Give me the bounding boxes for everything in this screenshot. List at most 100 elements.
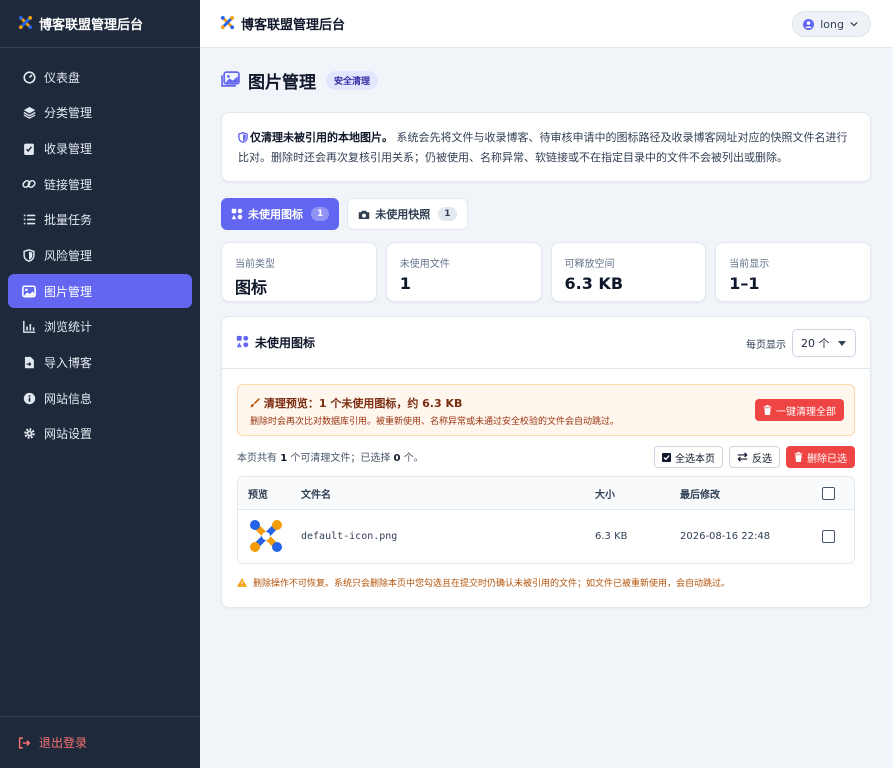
link-icon — [22, 177, 36, 191]
file-size: 6.3 KB — [595, 531, 628, 542]
stats-row: 当前类型 图标 未使用文件 1 可释放空间 6.3 KB 当前显示 1–1 — [221, 242, 871, 302]
tab-label: 未使用图标 — [248, 208, 303, 221]
stat-value: 1–1 — [729, 274, 760, 293]
user-icon — [803, 18, 815, 30]
per-page-select[interactable]: 20 个 — [792, 329, 856, 357]
irreversible-warning: 删除操作不可恢复。系统只会删除本页中您勾选且在提交时仍确认未被引用的文件；如文件… — [237, 576, 855, 589]
layers-icon — [22, 106, 36, 120]
shield-icon — [22, 248, 36, 262]
sidebar-item-label: 风险管理 — [44, 248, 93, 263]
gear-icon — [22, 427, 36, 441]
sidebar-item-stats[interactable]: 浏览统计 — [8, 310, 192, 344]
sidebar-item-categories[interactable]: 分类管理 — [8, 96, 192, 130]
stat-label: 可释放空间 — [564, 259, 615, 270]
logo-icon — [220, 15, 235, 33]
gauge-icon — [22, 70, 36, 84]
stat-card-range: 当前显示 1–1 — [715, 242, 871, 302]
column-header-modified: 最后修改 — [680, 489, 720, 501]
file-name: default-icon.png — [301, 531, 398, 542]
thumbnail-image[interactable] — [248, 518, 284, 557]
warning-icon — [237, 578, 247, 587]
sidebar-brand[interactable]: 博客联盟管理后台 — [0, 0, 200, 48]
sidebar-item-batch-tasks[interactable]: 批量任务 — [8, 203, 192, 237]
cleanup-preview-alert: 清理预览：1 个未使用图标，约 6.3 KB 删除时会再次比对数据库引用。被重新… — [237, 384, 855, 436]
checkbox-checked-icon — [662, 452, 671, 462]
tab-unused-snapshots[interactable]: 未使用快照 1 — [347, 198, 468, 230]
select-all-checkbox[interactable] — [822, 486, 835, 500]
sidebar-item-settings[interactable]: 网站设置 — [8, 417, 192, 451]
chevron-down-icon — [850, 21, 858, 27]
panel-title: 未使用图标 — [255, 336, 316, 350]
stat-value: 6.3 KB — [564, 274, 624, 293]
per-page-label: 每页显示 — [746, 339, 786, 351]
shield-icon — [238, 131, 248, 149]
sidebar-item-label: 收录管理 — [44, 141, 93, 156]
tab-unused-icons[interactable]: 未使用图标 1 — [221, 198, 340, 230]
sidebar-item-risk[interactable]: 风险管理 — [8, 238, 192, 272]
page-title: 图片管理 — [248, 72, 316, 93]
per-page-control: 每页显示 20 个 — [746, 329, 856, 357]
files-table: 预览 文件名 大小 最后修改 default-icon.png 6.3 KB 2… — [237, 476, 855, 564]
table-header-row: 预览 文件名 大小 最后修改 — [238, 477, 854, 510]
sidebar-item-label: 网站信息 — [44, 391, 93, 406]
icons-grid-icon — [231, 208, 243, 220]
tab-label: 未使用快照 — [375, 208, 431, 221]
sidebar-item-links[interactable]: 链接管理 — [8, 167, 192, 201]
stat-label: 当前显示 — [729, 259, 770, 270]
column-header-preview: 预览 — [248, 489, 268, 501]
sidebar-item-label: 导入博客 — [44, 356, 93, 370]
selection-info: 本页共有 1 个可清理文件；已选择 0 个。 — [237, 452, 424, 464]
toolbar-buttons: 全选本页 反选 删除已选 — [654, 446, 855, 468]
sidebar-item-label: 图片管理 — [44, 284, 93, 299]
top-bar: 博客联盟管理后台 long — [200, 0, 893, 48]
sidebar-nav: 仪表盘 分类管理 收录管理 链接管理 批量任务 风险管理 图片管理 浏览统计 导… — [0, 48, 200, 451]
trash-icon — [794, 452, 803, 462]
logout-icon — [18, 736, 31, 749]
invert-selection-button[interactable]: 反选 — [729, 446, 780, 468]
camera-icon — [358, 209, 370, 220]
column-header-size: 大小 — [595, 489, 615, 501]
brand-title: 博客联盟管理后台 — [39, 18, 144, 33]
main-content: 图片管理 安全清理 仅清理未被引用的本地图片。 系统会先将文件与收录博客、待审核… — [221, 48, 871, 608]
logout-button[interactable]: 退出登录 — [0, 716, 200, 768]
panel-header: 未使用图标 每页显示 20 个 — [222, 317, 870, 369]
delete-selected-button[interactable]: 删除已选 — [786, 446, 855, 468]
image-icon — [221, 70, 240, 90]
clipboard-check-icon — [22, 141, 36, 155]
sidebar-item-dashboard[interactable]: 仪表盘 — [8, 60, 192, 94]
sidebar-item-label: 批量任务 — [44, 213, 93, 228]
logout-label: 退出登录 — [39, 736, 88, 750]
swap-icon — [737, 452, 748, 462]
brush-icon — [250, 398, 260, 411]
row-checkbox[interactable] — [822, 530, 835, 543]
trash-icon — [763, 405, 772, 415]
stat-card-free-space: 可释放空间 6.3 KB — [550, 242, 707, 302]
stat-value: 图标 — [235, 278, 268, 297]
sidebar-item-import[interactable]: 导入博客 — [8, 346, 192, 380]
file-modified: 2026-08-16 22:48 — [680, 531, 771, 542]
stat-label: 未使用文件 — [399, 259, 450, 270]
chevron-down-icon — [838, 341, 846, 346]
list-icon — [22, 213, 36, 227]
bar-chart-icon — [22, 320, 36, 334]
notice-card: 仅清理未被引用的本地图片。 系统会先将文件与收录博客、待审核申请中的图标路径及收… — [221, 112, 871, 182]
sidebar-item-site-info[interactable]: 网站信息 — [8, 381, 192, 415]
table-toolbar: 本页共有 1 个可清理文件；已选择 0 个。 全选本页 反选 删除已选 — [237, 436, 855, 476]
sidebar-item-inclusion[interactable]: 收录管理 — [8, 131, 192, 165]
file-import-icon — [22, 356, 36, 370]
image-icon — [22, 284, 36, 298]
tab-bar: 未使用图标 1 未使用快照 1 — [221, 198, 871, 230]
sidebar-item-images[interactable]: 图片管理 — [8, 274, 192, 309]
sidebar-item-label: 仪表盘 — [44, 70, 81, 85]
table-row: default-icon.png 6.3 KB 2026-08-16 22:48 — [238, 510, 854, 563]
sidebar-item-label: 分类管理 — [44, 106, 93, 121]
per-page-value: 20 个 — [801, 337, 830, 350]
user-menu-button[interactable]: long — [792, 11, 871, 37]
page-header: 图片管理 安全清理 — [221, 48, 871, 112]
tab-count-badge: 1 — [311, 207, 330, 221]
clean-all-button[interactable]: 一键清理全部 — [755, 399, 844, 421]
select-page-button[interactable]: 全选本页 — [654, 446, 723, 468]
notice-bold: 仅清理未被引用的本地图片。 — [250, 131, 393, 144]
sidebar-item-label: 网站设置 — [44, 427, 93, 442]
unused-icons-panel: 未使用图标 每页显示 20 个 清理预览：1 个未使用图标，约 6.3 KB 删… — [221, 316, 871, 608]
